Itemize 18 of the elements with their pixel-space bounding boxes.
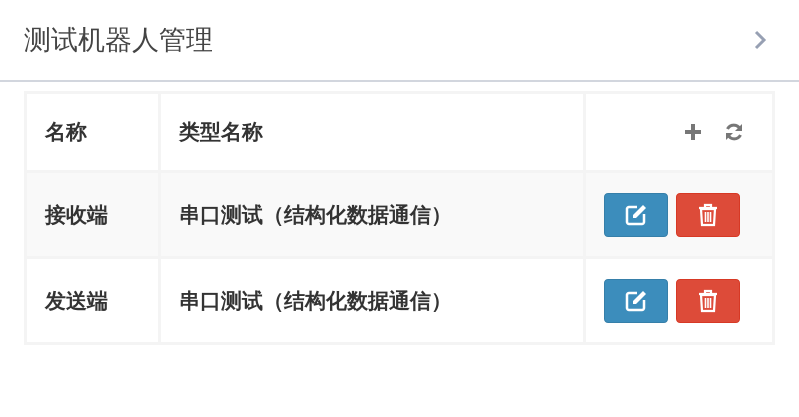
table-cell-text: 接收端 [45,202,108,228]
table-cell-text: 发送端 [45,288,108,314]
trash-icon [698,288,718,312]
delete-button[interactable] [676,278,740,322]
panel-title: 测试机器人管理 [24,24,213,58]
refresh-icon[interactable] [724,122,744,142]
column-header: 名称 [45,119,87,146]
plus-icon[interactable] [684,123,702,141]
table-cell-text: 串口测试（结构化数据通信） [179,202,452,228]
edit-icon [625,204,647,226]
trash-icon [698,202,718,226]
delete-button[interactable] [676,192,740,236]
edit-button[interactable] [604,192,668,236]
edit-icon [625,290,647,312]
chevron-right-icon[interactable] [753,29,767,51]
column-header: 类型名称 [179,119,263,146]
table-cell-text: 串口测试（结构化数据通信） [179,288,452,314]
edit-button[interactable] [604,278,668,322]
